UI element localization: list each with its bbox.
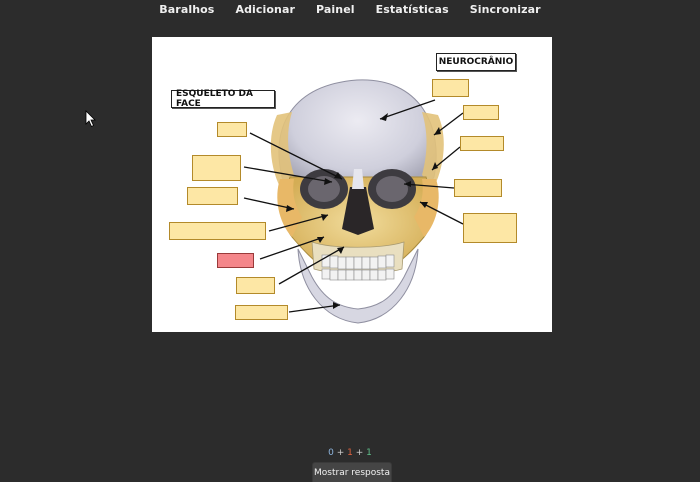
show-answer-button[interactable]: Mostrar resposta (312, 462, 392, 482)
mouse-pointer-icon (85, 110, 96, 128)
learning-count: 1 (347, 448, 353, 458)
nav-dashboard[interactable]: Painel (316, 3, 355, 16)
occlusion-label[interactable] (460, 136, 504, 151)
neurocranium-title-text: NEUROCRÂNIO (438, 57, 514, 67)
occlusion-label[interactable] (235, 305, 288, 320)
count-separator: + (355, 448, 364, 458)
occlusion-label[interactable] (236, 277, 275, 294)
occlusion-label[interactable] (169, 222, 266, 240)
neurocranium-title: NEUROCRÂNIO (436, 53, 516, 71)
top-nav: Baralhos Adicionar Painel Estatísticas S… (0, 0, 700, 18)
nav-statistics[interactable]: Estatísticas (376, 3, 449, 16)
count-separator: + (336, 448, 345, 458)
due-counts: 0 + 1 + 1 (0, 448, 700, 458)
face-skeleton-title-text: ESQUELETO DA FACE (176, 89, 253, 109)
nav-sync[interactable]: Sincronizar (470, 3, 541, 16)
occlusion-label[interactable] (432, 79, 469, 97)
nav-add[interactable]: Adicionar (235, 3, 295, 16)
nav-decks[interactable]: Baralhos (159, 3, 214, 16)
occlusion-label[interactable] (463, 213, 517, 243)
review-count: 1 (366, 448, 372, 458)
occlusion-label[interactable] (192, 155, 241, 181)
new-count: 0 (328, 448, 334, 458)
occlusion-label-active[interactable] (217, 253, 254, 268)
skull-diagram: ESQUELETO DA FACE NEUROCRÂNIO (152, 37, 552, 332)
occlusion-label[interactable] (454, 179, 502, 197)
occlusion-label[interactable] (187, 187, 238, 205)
face-skeleton-title: ESQUELETO DA FACE (171, 89, 275, 109)
occlusion-label[interactable] (217, 122, 247, 137)
occlusion-label[interactable] (463, 105, 499, 120)
review-screen: Baralhos Adicionar Painel Estatísticas S… (0, 0, 700, 482)
